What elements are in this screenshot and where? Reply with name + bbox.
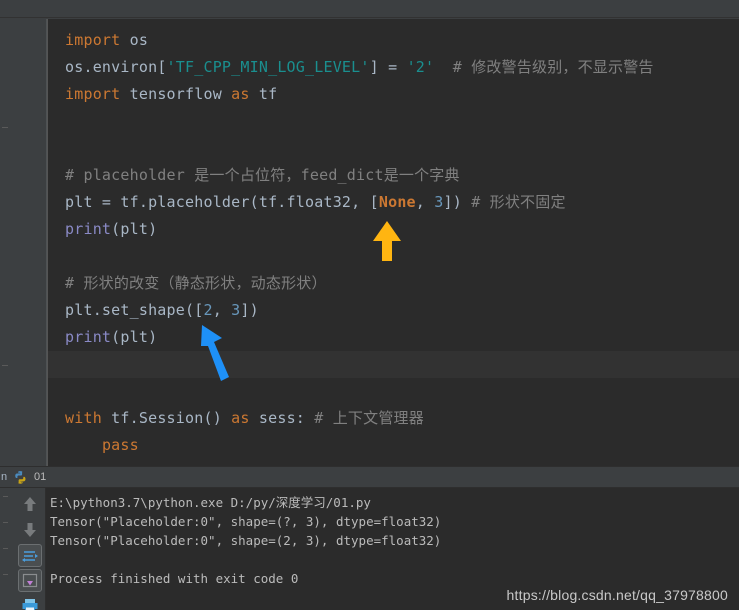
code-token: sess: xyxy=(249,409,315,427)
code-line[interactable]: pass xyxy=(48,432,739,459)
code-line[interactable]: plt = tf.placeholder(tf.float32, [None, … xyxy=(48,189,739,216)
code-line[interactable] xyxy=(48,378,739,405)
code-token: # placeholder 是一个占位符，feed_dict是一个字典 xyxy=(65,166,460,184)
code-line[interactable] xyxy=(48,243,739,270)
code-editor[interactable]: import os os.environ['TF_CPP_MIN_LOG_LEVE… xyxy=(48,19,739,466)
code-token: , xyxy=(415,193,426,211)
code-token: import xyxy=(65,31,121,49)
arrow-up-icon xyxy=(23,497,36,511)
watermark-text: https://blog.csdn.net/qq_37978800 xyxy=(506,587,728,603)
code-token: , xyxy=(212,301,222,319)
code-line[interactable] xyxy=(48,135,739,162)
code-token: print xyxy=(65,328,112,346)
arrow-down-icon xyxy=(23,523,36,537)
pycharm-window: import os os.environ['TF_CPP_MIN_LOG_LEVE… xyxy=(0,0,739,610)
console-line: E:\python3.7\python.exe D:/py/深度学习/01.py xyxy=(50,495,371,510)
code-token: 'TF_CPP_MIN_LOG_LEVEL' xyxy=(166,58,370,76)
run-tab-label[interactable]: 01 xyxy=(34,471,46,483)
code-token: '2' xyxy=(406,58,435,76)
rail-marker xyxy=(2,365,8,366)
rail-marker xyxy=(2,127,8,128)
rail-marker xyxy=(3,522,8,523)
code-line[interactable]: plt.set_shape([2, 3]) xyxy=(48,297,739,324)
code-token: ]) xyxy=(240,301,259,319)
code-token: # 形状的改变（静态形状，动态形状） xyxy=(65,274,327,292)
code-line[interactable]: import os xyxy=(48,27,739,54)
console-line: Process finished with exit code 0 xyxy=(50,571,299,586)
code-line[interactable]: print(plt) xyxy=(48,216,739,243)
run-tool-window-tabbar[interactable]: n 01 xyxy=(0,466,739,488)
code-token: import xyxy=(65,85,121,103)
code-line[interactable]: os.environ['TF_CPP_MIN_LOG_LEVEL'] = '2'… xyxy=(48,54,739,81)
printer-icon xyxy=(22,599,37,610)
tool-window-label: n xyxy=(1,471,8,483)
code-token: plt.set_shape( xyxy=(65,301,195,319)
scroll-down-button[interactable] xyxy=(17,518,43,542)
code-token: 3 xyxy=(425,193,444,211)
code-line[interactable]: print(plt) xyxy=(48,324,739,351)
code-line[interactable] xyxy=(48,108,739,135)
code-token: ]) xyxy=(443,193,462,211)
code-line[interactable] xyxy=(48,351,739,378)
code-token: pass xyxy=(101,436,139,454)
code-token: 2 xyxy=(203,301,213,319)
code-token: 3 xyxy=(221,301,241,319)
code-token: = xyxy=(378,58,407,76)
code-line[interactable]: with tf.Session() as sess: # 上下文管理器 xyxy=(48,405,739,432)
run-console-panel: E:\python3.7\python.exe D:/py/深度学习/01.py… xyxy=(0,488,739,610)
console-line: Tensor("Placeholder:0", shape=(2, 3), dt… xyxy=(50,533,442,548)
soft-wrap-icon xyxy=(21,550,38,562)
editor-panel: import os os.environ['TF_CPP_MIN_LOG_LEVE… xyxy=(0,19,739,466)
print-button[interactable] xyxy=(17,594,43,610)
scroll-to-end-icon xyxy=(22,573,37,588)
code-token: tensorflow xyxy=(120,85,232,103)
code-token: [ xyxy=(369,193,379,211)
code-token: tf.Session() xyxy=(101,409,232,427)
code-token: os xyxy=(120,31,149,49)
editor-left-rail[interactable] xyxy=(0,19,47,466)
scroll-up-button[interactable] xyxy=(17,492,43,516)
code-token: (plt) xyxy=(111,328,158,346)
code-token: # 修改警告级别，不显示警告 xyxy=(434,58,654,76)
code-token: (plt) xyxy=(111,220,158,238)
code-token: None xyxy=(378,193,416,211)
code-line[interactable]: # placeholder 是一个占位符，feed_dict是一个字典 xyxy=(48,162,739,189)
code-line[interactable]: # 形状的改变（静态形状，动态形状） xyxy=(48,270,739,297)
code-token: as xyxy=(231,85,250,103)
code-token: plt = tf.placeholder(tf.float32, xyxy=(65,193,370,211)
python-file-icon xyxy=(15,470,26,484)
rail-marker xyxy=(3,574,8,575)
console-toolbar xyxy=(14,488,46,610)
code-token: # 形状不固定 xyxy=(461,193,566,211)
scroll-to-end-button[interactable] xyxy=(17,569,42,592)
console-line: Tensor("Placeholder:0", shape=(?, 3), dt… xyxy=(50,514,442,529)
code-token: [ xyxy=(157,58,167,76)
code-line[interactable]: import tensorflow as tf xyxy=(48,81,739,108)
code-token: as xyxy=(231,409,250,427)
code-token: tf xyxy=(249,85,278,103)
code-token: ] xyxy=(369,58,379,76)
code-token: # 上下文管理器 xyxy=(314,409,424,427)
console-left-rail xyxy=(0,488,14,610)
top-toolbar-strip xyxy=(0,0,739,18)
rail-marker xyxy=(3,496,8,497)
code-token: os.environ xyxy=(65,58,158,76)
soft-wrap-button[interactable] xyxy=(17,544,42,567)
code-token: with xyxy=(65,409,102,427)
code-token: print xyxy=(65,220,112,238)
rail-marker xyxy=(3,548,8,549)
